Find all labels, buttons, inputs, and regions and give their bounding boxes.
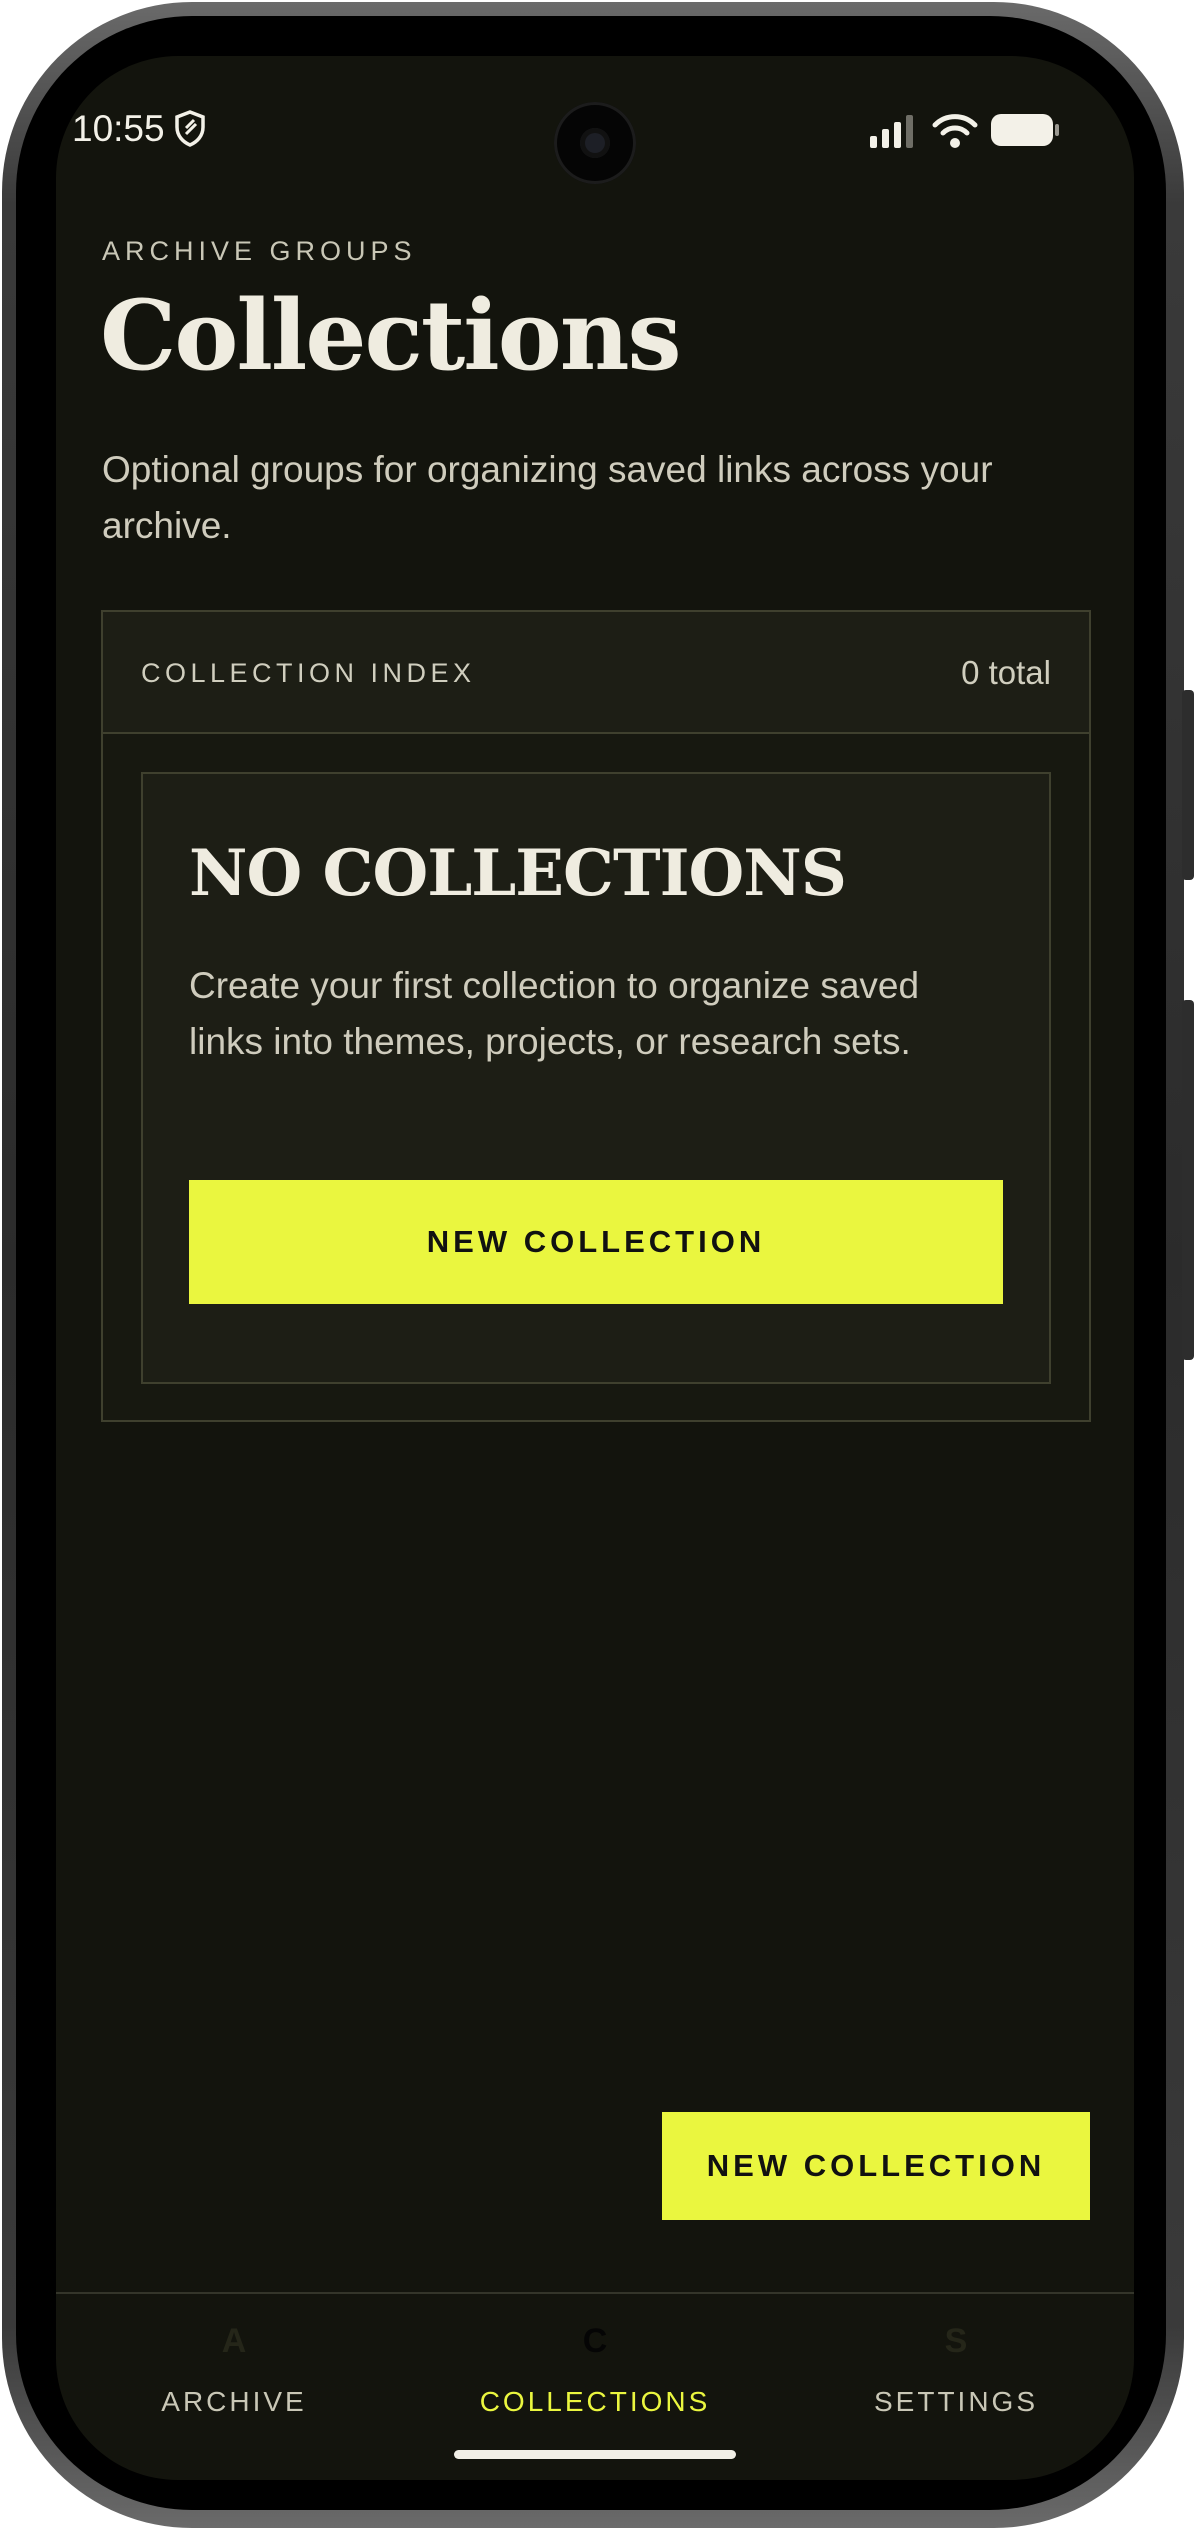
archive-icon: A [221,2322,247,2360]
nav-label-archive: ARCHIVE [161,2386,307,2417]
new-collection-fab[interactable]: NEW COLLECTION [662,2112,1090,2220]
home-indicator[interactable] [454,2450,736,2459]
empty-state-title: NO COLLECTIONS [189,836,847,911]
settings-icon: S [944,2322,968,2360]
collections-icon: C [582,2322,608,2360]
page-eyebrow: ARCHIVE GROUPS [102,236,417,266]
signal-icon [870,115,913,148]
new-collection-button[interactable]: NEW COLLECTION [189,1180,1003,1304]
front-camera [554,102,636,184]
empty-state-text: Create your first collection to organize… [189,965,920,1062]
volume-up-button [1182,690,1194,880]
collection-index-panel: COLLECTION INDEX 0 total NO COLLECTIONS … [101,610,1091,1422]
nav-item-settings[interactable]: S SETTINGS [806,2294,1106,2444]
phone-frame: 10:55 ARCHIVE GROUPS Collections Optiona… [0,0,1198,2531]
panel-header: COLLECTION INDEX 0 total [103,612,1089,734]
collection-count: 0 total [961,654,1051,691]
page-title: Collections [100,279,682,392]
status-time: 10:55 [72,108,165,149]
nav-label-settings: SETTINGS [873,2386,1038,2417]
nav-item-archive[interactable]: A ARCHIVE [84,2294,384,2444]
power-button [1182,1000,1194,1360]
page-subtitle: Optional groups for organizing saved lin… [102,449,993,546]
wifi-icon [932,114,978,148]
nav-label-collections: COLLECTIONS [479,2386,711,2417]
nav-item-collections[interactable]: C COLLECTIONS [445,2294,745,2444]
shield-icon [175,110,205,147]
battery-icon [991,114,1059,146]
empty-state-card: NO COLLECTIONS Create your first collect… [141,772,1051,1384]
app-screen: 10:55 ARCHIVE GROUPS Collections Optiona… [56,56,1134,2480]
panel-header-label: COLLECTION INDEX [141,658,476,688]
